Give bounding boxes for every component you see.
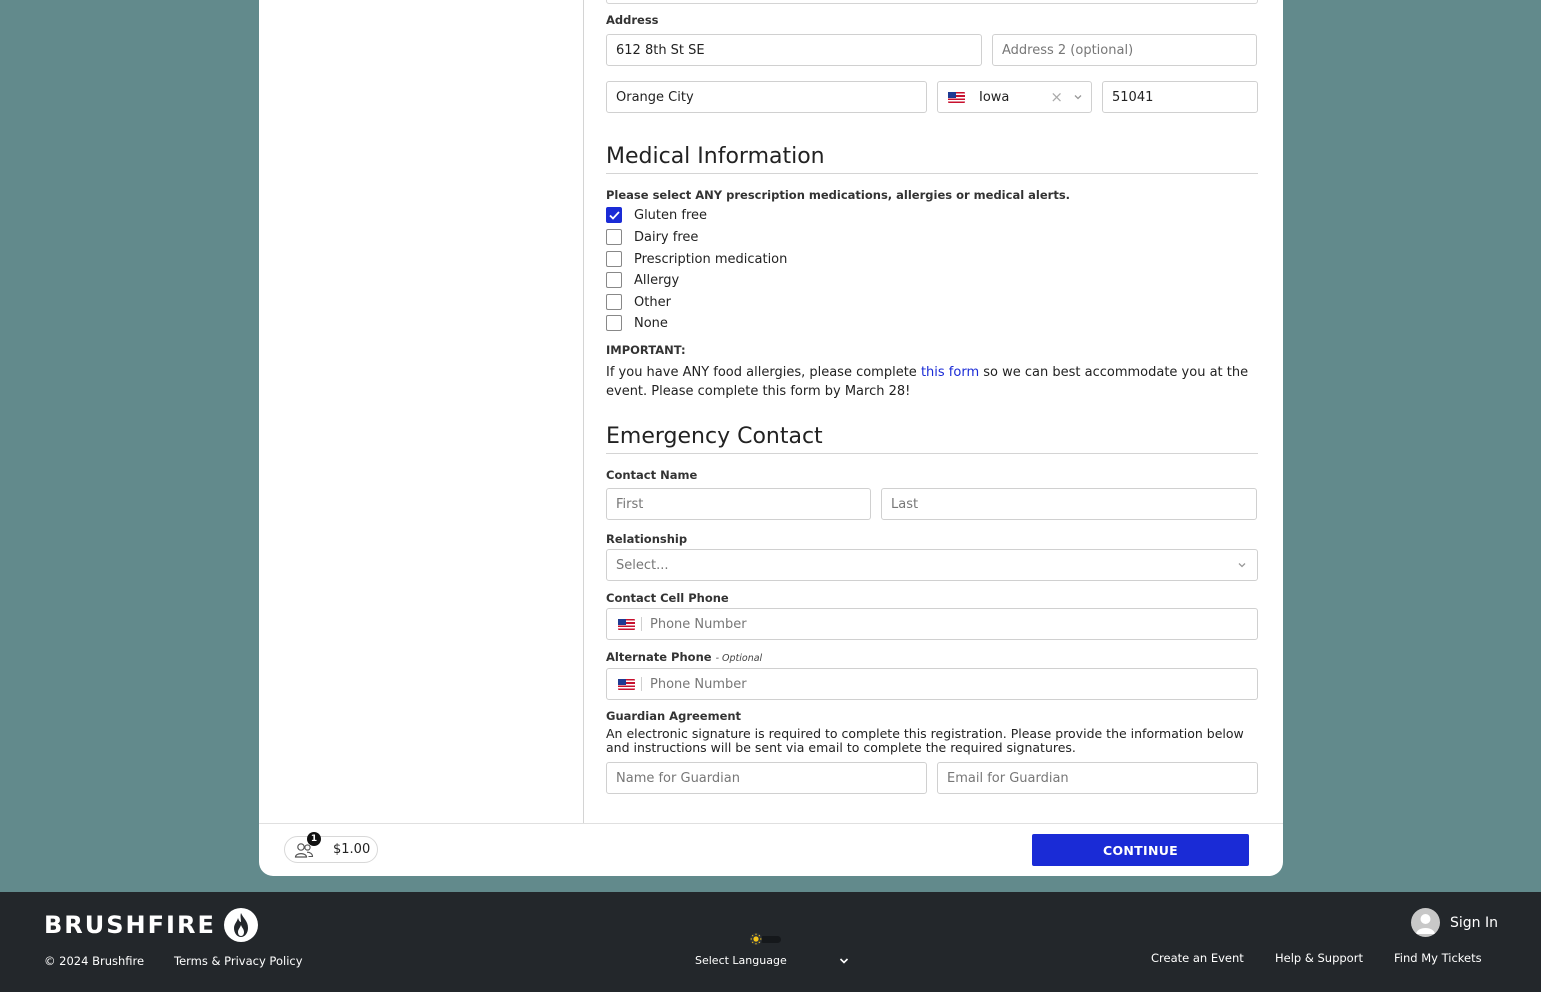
site-footer: BRUSHFIRE © 2024 Brushfire Terms & Priva…: [0, 892, 1541, 992]
registration-form: Address 612 8th St SE Address 2 (optiona…: [606, 0, 1258, 823]
sign-in-button[interactable]: Sign In: [1401, 908, 1498, 937]
optional-tag: - Optional: [715, 653, 763, 664]
important-text: If you have ANY food allergies, please c…: [606, 365, 1249, 399]
contact-first-name-input[interactable]: First: [606, 488, 871, 520]
phone-placeholder: Phone Number: [650, 676, 747, 692]
chevron-down-icon: [1074, 95, 1082, 100]
alternate-phone-input[interactable]: Phone Number: [606, 668, 1258, 700]
this-form-link[interactable]: this form: [921, 365, 979, 380]
checkbox-none[interactable]: None: [606, 315, 668, 331]
cart-total: $1.00: [333, 842, 371, 857]
contact-last-name-input[interactable]: Last: [881, 488, 1257, 520]
continue-button[interactable]: CONTINUE: [1032, 834, 1249, 866]
checkbox-gluten-free[interactable]: Gluten free: [606, 207, 707, 223]
checkout-bar: 1 $1.00 CONTINUE: [259, 823, 1283, 876]
zip-input[interactable]: 51041: [1102, 81, 1258, 113]
contact-cell-phone-label: Contact Cell Phone: [606, 591, 729, 605]
checkbox-dairy-free[interactable]: Dairy free: [606, 229, 698, 245]
us-flag-icon[interactable]: [618, 678, 635, 690]
previous-field-edge: [606, 0, 1258, 4]
checkbox-label: Allergy: [634, 272, 680, 288]
relationship-value: Select...: [616, 557, 669, 573]
checkbox-prescription-medication[interactable]: Prescription medication: [606, 251, 787, 267]
checkbox[interactable]: [606, 315, 622, 331]
divider: [641, 677, 642, 691]
checkbox-label: Gluten free: [634, 207, 708, 223]
create-event-link[interactable]: Create an Event: [1151, 951, 1244, 965]
checkbox[interactable]: [606, 229, 622, 245]
left-pane: [259, 0, 584, 823]
contact-name-label: Contact Name: [606, 468, 698, 482]
state-select[interactable]: Iowa ×: [937, 81, 1092, 113]
alternate-phone-label: Alternate Phone - Optional: [606, 650, 763, 664]
cart-count-badge: 1: [307, 832, 321, 846]
terms-privacy-link[interactable]: Terms & Privacy Policy: [174, 954, 303, 968]
us-flag-icon[interactable]: [618, 618, 635, 630]
important-label: IMPORTANT:: [606, 343, 686, 357]
brand-name: BRUSHFIRE: [44, 911, 216, 939]
guardian-agreement-label: Guardian Agreement: [606, 709, 742, 723]
address-line2-input[interactable]: Address 2 (optional): [992, 34, 1257, 66]
relationship-label: Relationship: [606, 532, 688, 546]
checkbox-other[interactable]: Other: [606, 294, 671, 310]
flame-icon: [223, 908, 258, 942]
emergency-section-title: Emergency Contact: [606, 424, 1258, 454]
contact-cell-phone-input[interactable]: Phone Number: [606, 608, 1258, 640]
checkbox-allergy[interactable]: Allergy: [606, 272, 679, 288]
clear-icon[interactable]: ×: [1050, 88, 1063, 106]
cart-summary[interactable]: 1 $1.00: [284, 832, 378, 863]
sign-in-label: Sign In: [1450, 914, 1498, 931]
guardian-email-input[interactable]: Email for Guardian: [937, 762, 1258, 794]
checkbox[interactable]: [606, 272, 622, 288]
divider: [641, 617, 642, 631]
help-support-link[interactable]: Help & Support: [1275, 951, 1363, 965]
state-value: Iowa: [979, 89, 1010, 105]
brushfire-logo[interactable]: BRUSHFIRE: [44, 908, 258, 942]
checkbox[interactable]: [606, 207, 622, 223]
address-line1-input[interactable]: 612 8th St SE: [606, 34, 982, 66]
guardian-name-input[interactable]: Name for Guardian: [606, 762, 927, 794]
chevron-down-icon: [1238, 563, 1246, 568]
checkbox-label: None: [634, 315, 668, 331]
medical-section-title: Medical Information: [606, 144, 1258, 174]
theme-toggle[interactable]: [746, 932, 782, 946]
check-icon: [608, 210, 620, 220]
registration-card: Address 612 8th St SE Address 2 (optiona…: [259, 0, 1283, 876]
language-label: Select Language: [695, 954, 787, 967]
chevron-down-icon: [839, 957, 849, 964]
find-my-tickets-link[interactable]: Find My Tickets: [1394, 951, 1482, 965]
language-select[interactable]: Select Language: [695, 954, 849, 967]
checkbox-label: Prescription medication: [634, 251, 788, 267]
checkbox-label: Dairy free: [634, 229, 699, 245]
city-input[interactable]: Orange City: [606, 81, 927, 113]
address-label: Address: [606, 13, 659, 27]
phone-placeholder: Phone Number: [650, 616, 747, 632]
relationship-select[interactable]: Select...: [606, 549, 1258, 581]
us-flag-icon: [948, 91, 965, 103]
checkbox[interactable]: [606, 251, 622, 267]
guardian-agreement-text: An electronic signature is required to c…: [606, 726, 1244, 755]
copyright-text: © 2024 Brushfire: [44, 954, 145, 968]
medical-prompt: Please select ANY prescription medicatio…: [606, 188, 1071, 202]
checkbox-label: Other: [634, 294, 671, 310]
checkbox[interactable]: [606, 294, 622, 310]
user-avatar-icon: [1411, 908, 1440, 937]
